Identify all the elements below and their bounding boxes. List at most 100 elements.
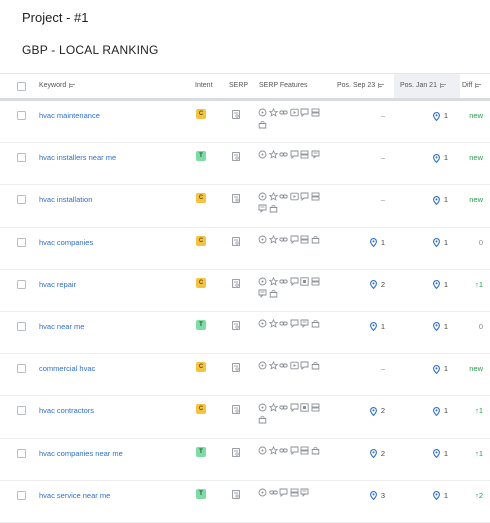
link-feature-icon: [279, 279, 288, 284]
keyword-link[interactable]: hvac installers near me: [39, 153, 116, 162]
reviews-feature-icon: [311, 150, 319, 160]
row-checkbox[interactable]: [17, 490, 26, 500]
sort-icon: [378, 82, 385, 88]
serp-features: [258, 318, 328, 331]
link-feature-icon: [279, 363, 288, 368]
table-row: hvac companies near me T 2 1 ↑1: [0, 439, 490, 481]
target-feature-icon: [258, 277, 267, 286]
serp-features: [258, 488, 328, 500]
header-serp[interactable]: SERP: [229, 74, 248, 98]
table-row: commercial hvac C – 1 new: [0, 354, 490, 397]
serp-snapshot-icon[interactable]: [232, 447, 240, 457]
map-pin-icon: [432, 491, 440, 501]
shop-feature-icon: [311, 235, 319, 244]
map-pin-icon: [369, 491, 377, 501]
map-pin-icon: [432, 280, 440, 290]
target-feature-icon: [258, 403, 267, 412]
shop-feature-icon: [311, 361, 319, 370]
star-feature-icon: [268, 192, 278, 202]
target-feature-icon: [258, 150, 267, 159]
target-feature-icon: [258, 446, 267, 454]
position-jan: 1: [432, 491, 448, 501]
map-pin-icon: [369, 280, 377, 290]
row-checkbox[interactable]: [17, 153, 26, 163]
sort-icon: [69, 82, 76, 88]
map-pin-icon: [432, 153, 440, 163]
header-intent[interactable]: Intent: [195, 74, 213, 98]
header-pos-jan[interactable]: Pos. Jan 21: [394, 74, 460, 98]
ranking-table: Keyword Intent SERP SERP Features Pos. S…: [0, 73, 490, 523]
table-row: hvac installers near me T – 1 new: [0, 143, 490, 186]
serp-snapshot-icon[interactable]: [232, 489, 240, 499]
serp-snapshot-icon[interactable]: [232, 363, 240, 372]
serp-snapshot-icon[interactable]: [232, 110, 240, 119]
star-feature-icon: [268, 150, 278, 159]
position-diff: ↑1: [475, 406, 483, 416]
header-diff[interactable]: Diff: [462, 74, 482, 98]
link-feature-icon: [279, 448, 288, 452]
serp-snapshot-icon[interactable]: [232, 194, 240, 204]
target-feature-icon: [258, 108, 267, 117]
serp-features: [258, 108, 328, 132]
project-title: Project - #1: [22, 10, 89, 25]
header-keyword[interactable]: Keyword: [39, 74, 76, 98]
images-feature-icon: [300, 446, 309, 454]
select-all-checkbox[interactable]: [17, 82, 26, 91]
serp-snapshot-icon[interactable]: [232, 278, 240, 288]
keyword-link[interactable]: hvac companies: [39, 238, 93, 247]
star-feature-icon: [268, 445, 278, 455]
header-serp-features[interactable]: SERP Features: [259, 74, 308, 98]
row-checkbox[interactable]: [17, 406, 26, 416]
keyword-link[interactable]: hvac companies near me: [39, 449, 123, 458]
link-feature-icon: [279, 110, 288, 115]
serp-snapshot-icon[interactable]: [232, 405, 240, 415]
star-feature-icon: [268, 108, 278, 117]
reviews-feature-icon: [258, 289, 267, 298]
intent-badge: C: [196, 235, 206, 246]
intent-badge: T: [196, 446, 206, 457]
map-pin-icon: [432, 238, 440, 248]
map-pin-icon: [432, 111, 440, 121]
sort-icon: [475, 82, 482, 88]
table-body: hvac maintenance C –1 new hvac installers ne…: [0, 101, 490, 523]
map-pin-icon: [432, 406, 440, 416]
position-sep: –: [380, 153, 385, 163]
serp-snapshot-icon[interactable]: [232, 236, 240, 246]
position-sep: 3: [369, 491, 385, 501]
star-feature-icon: [268, 403, 278, 413]
gallery-feature-icon: [300, 277, 309, 286]
map-pin-icon: [369, 322, 377, 332]
images-feature-icon: [300, 150, 309, 159]
serp-snapshot-icon[interactable]: [232, 321, 240, 330]
keyword-link[interactable]: commercial hvac: [39, 364, 95, 373]
keyword-link[interactable]: hvac contractors: [39, 406, 94, 415]
row-checkbox[interactable]: [17, 237, 26, 247]
map-pin-icon: [432, 322, 440, 332]
keyword-link[interactable]: hvac service near me: [39, 491, 110, 500]
position-sep: –: [380, 364, 385, 374]
serp-features: [258, 276, 328, 301]
position-sep: 2: [369, 280, 385, 290]
row-checkbox[interactable]: [17, 364, 26, 374]
shop-feature-icon: [311, 319, 319, 328]
row-checkbox[interactable]: [17, 195, 26, 205]
row-checkbox[interactable]: [17, 448, 26, 458]
row-checkbox[interactable]: [17, 279, 26, 289]
map-pin-icon: [369, 449, 377, 459]
row-checkbox[interactable]: [17, 111, 26, 120]
keyword-link[interactable]: hvac repair: [39, 280, 76, 289]
serp-snapshot-icon[interactable]: [232, 152, 240, 162]
star-feature-icon: [268, 234, 278, 244]
position-diff: new: [469, 153, 483, 163]
link-feature-icon: [279, 237, 288, 242]
link-feature-icon: [279, 194, 288, 199]
comment-feature-icon: [290, 277, 298, 286]
keyword-link[interactable]: hvac near me: [39, 322, 84, 331]
keyword-link[interactable]: hvac installation: [39, 195, 92, 204]
row-checkbox[interactable]: [17, 321, 26, 331]
target-feature-icon: [258, 192, 267, 201]
shop-feature-icon: [258, 416, 267, 424]
target-feature-icon: [258, 488, 267, 497]
keyword-link[interactable]: hvac maintenance: [39, 111, 100, 120]
header-pos-sep[interactable]: Pos. Sep 23: [337, 74, 385, 98]
